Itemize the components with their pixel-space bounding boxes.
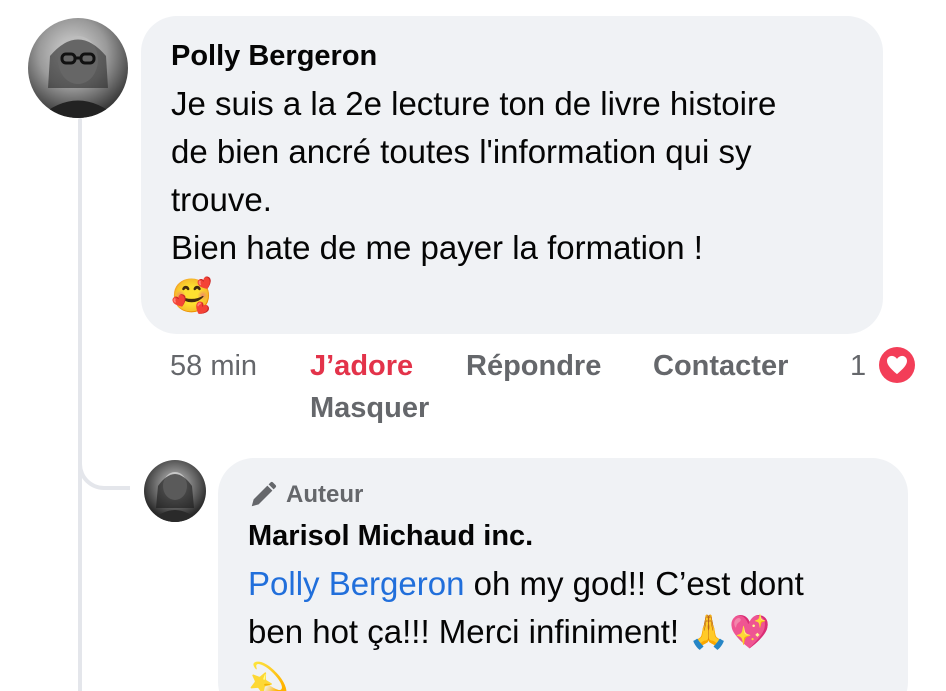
reply-text: Polly Bergeron oh my god!! C’est dont be… xyxy=(248,560,878,691)
reaction-count[interactable]: 1 xyxy=(850,345,866,387)
comment-author-name[interactable]: Polly Bergeron xyxy=(171,38,853,74)
avatar[interactable] xyxy=(28,18,128,118)
thread-connector-line xyxy=(78,118,82,691)
heart-icon[interactable] xyxy=(876,344,918,386)
comment-thread: Polly Bergeron Je suis a la 2e lecture t… xyxy=(0,0,946,691)
reply-text-part: ben hot ça!!! Merci infiniment! xyxy=(248,613,689,650)
comment-line: Je suis a la 2e lecture ton de livre his… xyxy=(171,85,777,122)
comment-line: Bien hate de me payer la formation ! xyxy=(171,229,703,266)
comment-text: Je suis a la 2e lecture ton de livre his… xyxy=(171,80,853,320)
pray-sparkle-heart-emoji: 🙏💖 xyxy=(688,612,771,651)
love-reaction-button[interactable]: J’adore xyxy=(310,345,413,387)
author-badge-label: Auteur xyxy=(286,481,364,508)
thread-connector-curve xyxy=(78,430,130,490)
avatar-photo xyxy=(38,36,118,118)
comment-bubble: Polly Bergeron Je suis a la 2e lecture t… xyxy=(141,16,883,334)
heart-icon-circle xyxy=(879,347,915,383)
reply-bubble: Auteur Marisol Michaud inc. Polly Berger… xyxy=(218,458,908,691)
heart-glyph-icon xyxy=(887,355,907,375)
reply-text-part: oh my god!! C’est dont xyxy=(464,565,804,602)
reply-avatar-photo xyxy=(150,472,200,522)
comment-line: trouve. xyxy=(171,181,272,218)
comment-line: de bien ancré toutes l'information qui s… xyxy=(171,133,752,170)
author-badge: Auteur xyxy=(248,480,878,510)
hide-button[interactable]: Masquer xyxy=(310,387,429,429)
pencil-icon xyxy=(251,481,277,507)
reply-line: ben hot ça!!! Merci infiniment! 🙏💖 xyxy=(248,608,878,656)
contact-button[interactable]: Contacter xyxy=(653,345,788,387)
reply-button[interactable]: Répondre xyxy=(466,345,601,387)
mention-link[interactable]: Polly Bergeron xyxy=(248,565,464,602)
smiling-hearts-emoji: 🥰 xyxy=(171,276,213,315)
reply-author-name[interactable]: Marisol Michaud inc. xyxy=(248,518,878,554)
reply-line: Polly Bergeron oh my god!! C’est dont xyxy=(248,560,878,608)
reply-avatar[interactable] xyxy=(144,460,206,522)
comment-timestamp[interactable]: 58 min xyxy=(170,345,257,387)
dizzy-star-emoji: 💫 xyxy=(248,660,290,691)
